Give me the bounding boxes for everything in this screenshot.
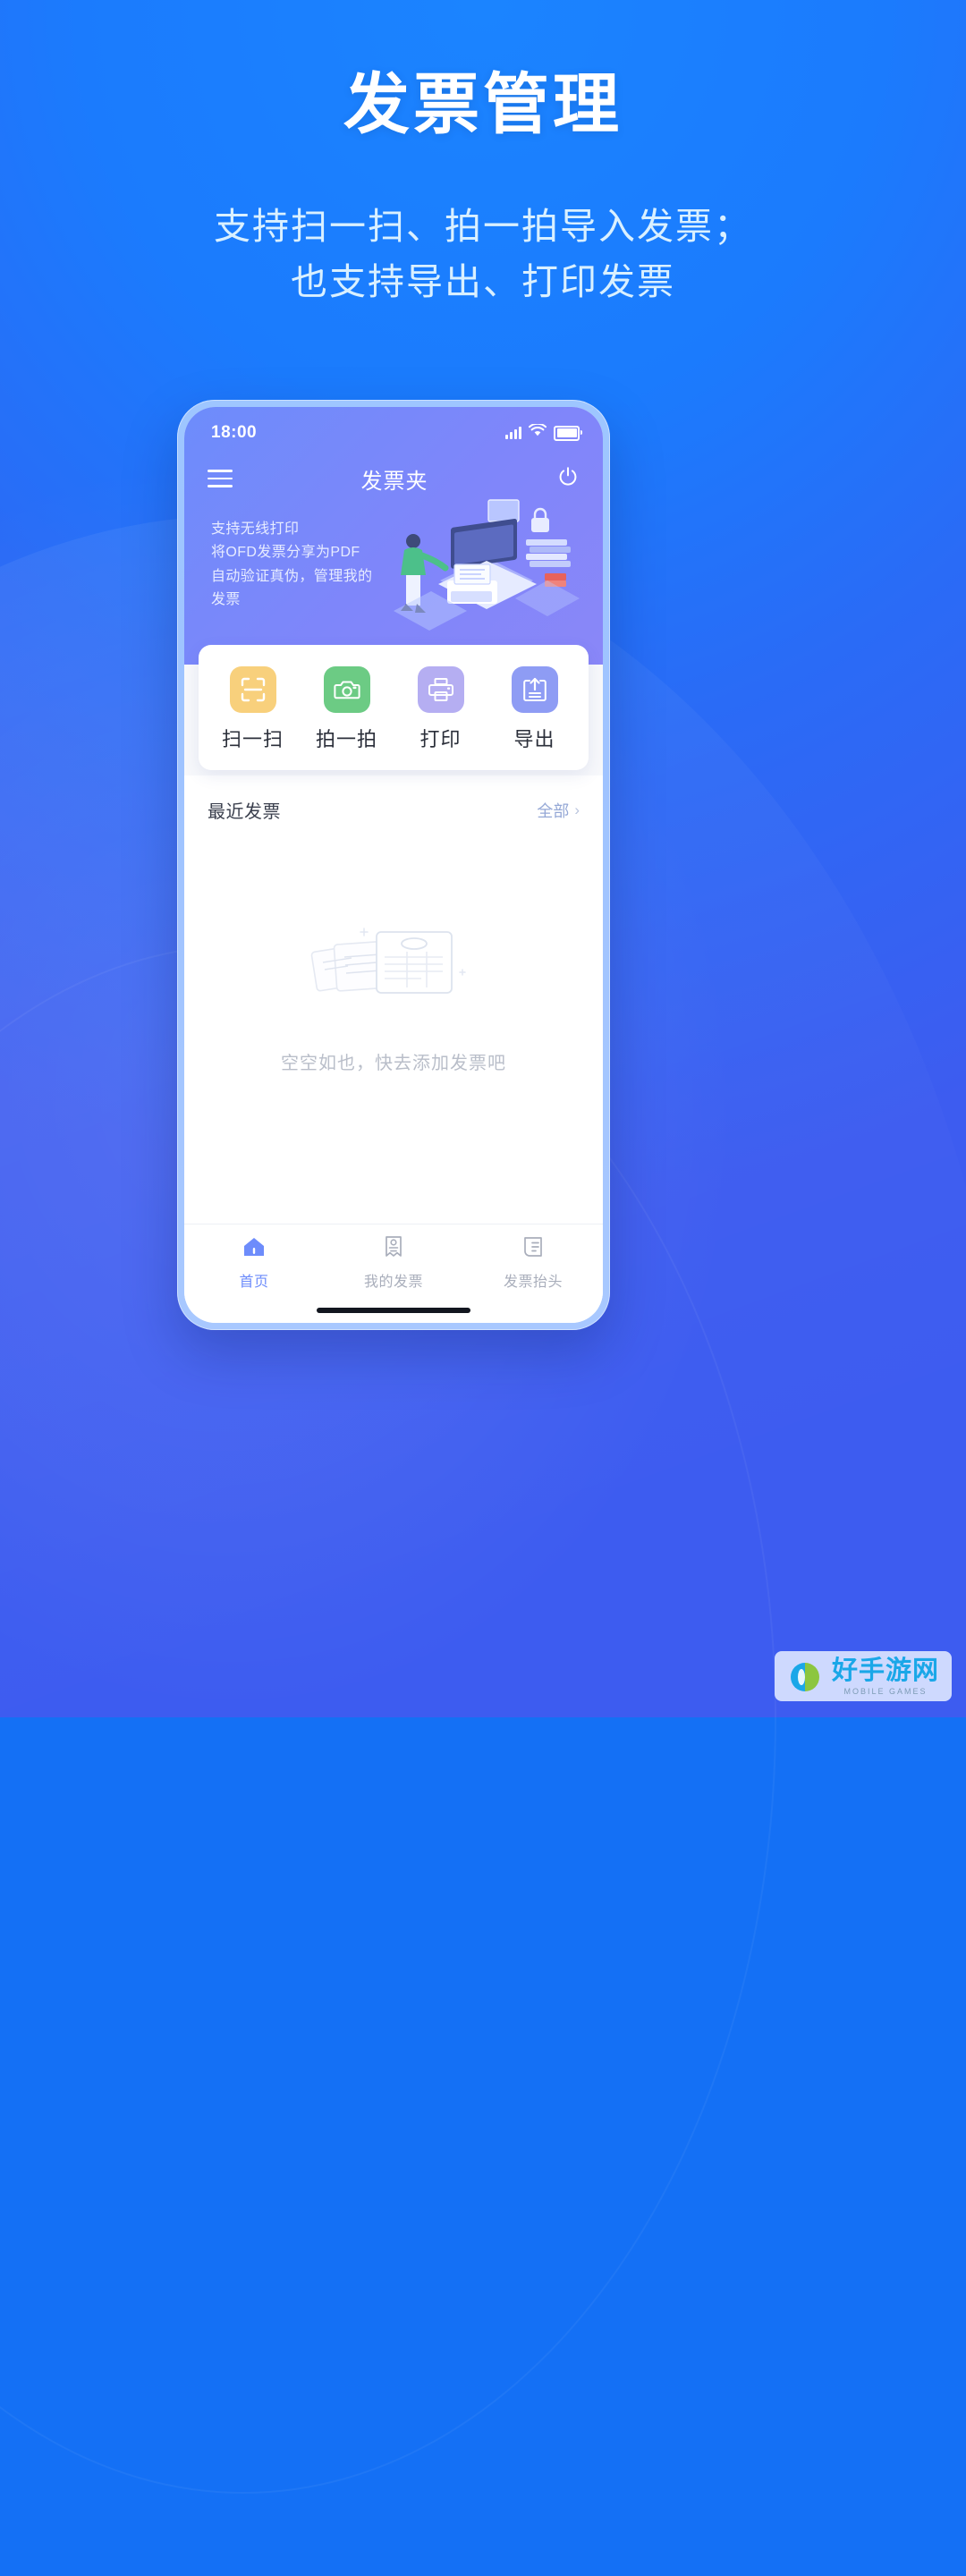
app-header: 18:00 发票夹 支持无线打印 将OFD发票分享为PDF 自动验证真伪，管理我… xyxy=(184,407,603,665)
action-print[interactable]: 打印 xyxy=(403,666,479,752)
promo-banner: 支持无线打印 将OFD发票分享为PDF 自动验证真伪，管理我的发票 xyxy=(184,499,603,634)
page-title: 发票管理 xyxy=(343,67,623,141)
bottom-tabbar: 首页 我的发票 发票抬头 xyxy=(184,1224,603,1298)
promo-banner-text: 支持无线打印 将OFD发票分享为PDF 自动验证真伪，管理我的发票 xyxy=(211,513,381,613)
watermark-tagline: MOBILE GAMES xyxy=(843,1687,928,1696)
hamburger-menu-icon[interactable] xyxy=(208,470,233,487)
empty-state-text: 空空如也，快去添加发票吧 xyxy=(281,1054,506,1073)
action-export[interactable]: 导出 xyxy=(497,666,572,752)
watermark-logo-icon xyxy=(787,1659,823,1695)
view-all-link[interactable]: 全部 › xyxy=(537,799,580,822)
home-icon xyxy=(242,1235,266,1263)
camera-icon xyxy=(323,666,370,713)
recent-invoices-header: 最近发票 全部 › xyxy=(184,775,603,837)
desk-workspace-illustration xyxy=(381,498,587,631)
action-scan[interactable]: 扫一扫 xyxy=(216,666,291,752)
action-label: 打印 xyxy=(419,728,462,750)
hero-section: 发票管理 支持扫一扫、拍一拍导入发票； 也支持导出、打印发票 xyxy=(0,68,966,309)
phone-screen: 18:00 发票夹 支持无线打印 将OFD发票分享为PDF 自动验证真伪，管理我… xyxy=(184,407,603,1323)
phone-mockup: 18:00 发票夹 支持无线打印 将OFD发票分享为PDF 自动验证真伪，管理我… xyxy=(177,400,610,1330)
empty-state: 空空如也，快去添加发票吧 xyxy=(184,837,603,1224)
page-subtitle: 支持扫一扫、拍一拍导入发票； 也支持导出、打印发票 xyxy=(0,199,966,309)
promo-line-2: 将OFD发票分享为PDF xyxy=(211,545,360,561)
wifi-icon xyxy=(528,422,547,443)
action-label: 导出 xyxy=(513,728,555,750)
power-icon[interactable] xyxy=(556,465,580,493)
quick-actions-container: 扫一扫 拍一拍 打印 导出 xyxy=(184,645,603,770)
action-photo[interactable]: 拍一拍 xyxy=(309,666,385,752)
tab-label: 首页 xyxy=(239,1275,269,1290)
printer-icon xyxy=(417,666,464,713)
scan-icon xyxy=(229,666,276,713)
app-title: 发票夹 xyxy=(360,469,428,494)
home-indicator xyxy=(184,1298,603,1323)
watermark-name: 好手游网 xyxy=(831,1657,939,1685)
tab-label: 我的发票 xyxy=(363,1275,423,1290)
page-subtitle-line1: 支持扫一扫、拍一拍导入发票； xyxy=(214,206,752,248)
action-label: 拍一拍 xyxy=(315,728,377,750)
tab-home[interactable]: 首页 xyxy=(205,1235,303,1291)
signal-bars-icon xyxy=(505,427,521,439)
export-icon xyxy=(511,666,558,713)
chevron-right-icon: › xyxy=(574,801,580,818)
status-icons xyxy=(505,422,582,443)
empty-invoice-cards-illustration xyxy=(300,912,487,1011)
invoice-receipt-icon xyxy=(382,1235,405,1263)
invoice-title-icon xyxy=(521,1235,545,1263)
quick-actions-card: 扫一扫 拍一拍 打印 导出 xyxy=(199,645,589,770)
recent-invoices-title: 最近发票 xyxy=(208,802,281,822)
action-label: 扫一扫 xyxy=(221,728,284,750)
promo-line-1: 支持无线打印 xyxy=(211,521,300,537)
watermark: 好手游网 MOBILE GAMES xyxy=(774,1651,952,1701)
app-navbar: 发票夹 xyxy=(184,453,603,504)
tab-my-invoices[interactable]: 我的发票 xyxy=(344,1235,443,1291)
status-time: 18:00 xyxy=(211,423,258,442)
status-bar: 18:00 xyxy=(184,407,603,453)
promo-line-3: 自动验证真伪，管理我的发票 xyxy=(211,568,373,608)
tab-label: 发票抬头 xyxy=(503,1275,563,1290)
battery-icon xyxy=(554,425,582,441)
tab-invoice-title[interactable]: 发票抬头 xyxy=(484,1235,582,1291)
view-all-label: 全部 xyxy=(537,801,570,820)
page-subtitle-line2: 也支持导出、打印发票 xyxy=(291,260,675,302)
watermark-text: 好手游网 MOBILE GAMES xyxy=(832,1658,939,1696)
